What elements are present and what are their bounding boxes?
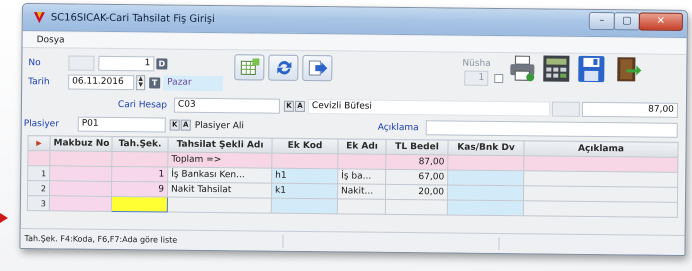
arrow-right-icon <box>308 60 328 76</box>
plasiyer-name: Plasiyer Ali <box>194 120 244 132</box>
status-text: Tah.Şek. F4:Koda, F6,F7:Ada göre liste <box>24 234 178 245</box>
plasiyer-a-button[interactable]: A <box>180 119 191 131</box>
ek-adi-cell[interactable] <box>337 198 386 215</box>
tahsilat-grid: ▶ Makbuz No Tah.Şek. Tahsilat Şekli Adı … <box>27 135 679 218</box>
table-calc-button[interactable] <box>234 54 265 81</box>
kas-bnk-dv-cell[interactable] <box>447 184 524 201</box>
aciklama-cell[interactable] <box>523 200 678 218</box>
aciklama-cell[interactable] <box>523 170 678 188</box>
column-header[interactable]: Makbuz No <box>49 135 113 152</box>
tahsilat-sekli-cell[interactable]: Nakit Tahsilat <box>167 182 272 199</box>
row-number: 2 <box>27 180 50 196</box>
cari-name-field: Cevizli Büfesi <box>307 99 550 117</box>
status-bar: Tah.Şek. F4:Koda, F6,F7:Ada göre liste <box>20 227 685 255</box>
selection-marker-icon <box>0 213 8 223</box>
day-name: Pazar <box>163 75 224 92</box>
tahsilat-sekli-cell[interactable]: İş Bankası Ken... <box>167 167 272 184</box>
table-cell <box>523 155 678 173</box>
screen-background: SC16SICAK-Cari Tahsilat Fiş Girişi – ▢ ✕… <box>0 0 692 271</box>
kas-bnk-dv-cell[interactable] <box>447 169 524 186</box>
column-header[interactable]: Ek Kod <box>271 138 339 154</box>
makbuz-no-cell[interactable] <box>49 165 112 182</box>
app-logo-icon <box>33 12 45 24</box>
table-cell <box>49 150 112 167</box>
ek-kod-cell[interactable]: k1 <box>271 183 338 199</box>
cari-k-button[interactable]: K <box>283 100 294 112</box>
no-label: No <box>28 58 41 69</box>
column-header[interactable]: Tahsilat Şekli Adı <box>167 137 273 154</box>
aciklama-cell[interactable] <box>523 185 678 203</box>
nusha-checkbox[interactable] <box>494 73 504 84</box>
tah-sek-cell-active[interactable] <box>111 196 168 213</box>
tl-bedel-cell[interactable] <box>385 199 448 215</box>
spin-down-icon[interactable]: ▼ <box>137 81 144 88</box>
ek-adi-cell[interactable]: Nakit... <box>337 183 386 200</box>
table-cell <box>111 151 168 168</box>
tarih-label: Tarih <box>28 77 50 88</box>
makbuz-no-cell[interactable] <box>49 195 112 212</box>
column-header[interactable]: Tah.Şek. <box>111 136 169 153</box>
cari-extra-field <box>551 101 580 117</box>
refresh-button[interactable] <box>268 54 299 81</box>
tl-bedel-cell[interactable]: 67,00 <box>385 169 448 185</box>
total-label: Toplam => <box>167 152 272 169</box>
cari-balance-field: 87,00 <box>581 101 678 118</box>
table-cell <box>337 153 386 170</box>
menu-dosya[interactable]: Dosya <box>37 35 65 45</box>
calculator-icon[interactable] <box>542 54 570 82</box>
ek-kod-cell[interactable]: h1 <box>271 168 338 184</box>
plasiyer-code-field[interactable]: P01 <box>77 116 166 133</box>
table-cell <box>271 153 338 169</box>
date-spinner[interactable]: ▲ ▼ <box>136 75 146 91</box>
status-divider <box>282 234 284 248</box>
total-tl-bedel: 87,00 <box>385 154 448 170</box>
tah-sek-cell[interactable]: 1 <box>111 166 168 183</box>
cari-a-button[interactable]: A <box>294 100 305 112</box>
app-window: SC16SICAK-Cari Tahsilat Fiş Girişi – ▢ ✕… <box>19 3 688 256</box>
cari-code-field[interactable]: C03 <box>173 97 281 114</box>
cari-hesap-label: Cari Hesap <box>117 100 168 111</box>
tarih-field[interactable]: 06.11.2016 <box>68 74 135 91</box>
plasiyer-k-button[interactable]: K <box>169 119 180 131</box>
minimize-button[interactable]: – <box>588 11 615 31</box>
row-number: 1 <box>27 165 50 181</box>
table-cell <box>447 154 524 171</box>
row-number: 3 <box>27 195 50 211</box>
window-title: SC16SICAK-Cari Tahsilat Fiş Girişi <box>50 12 215 26</box>
tahsilat-sekli-cell[interactable] <box>167 197 272 214</box>
nusha-label: Nüsha <box>462 58 491 69</box>
row-number <box>27 150 50 166</box>
no-d-button[interactable]: D <box>156 58 168 70</box>
column-header[interactable]: Açıklama <box>523 140 679 158</box>
no-field[interactable]: 1 <box>98 55 155 72</box>
exit-icon[interactable] <box>614 55 642 83</box>
kas-bnk-dv-cell[interactable] <box>447 199 524 216</box>
table-calc-icon <box>240 58 260 75</box>
printer-icon[interactable] <box>508 54 536 82</box>
save-icon[interactable] <box>577 55 605 83</box>
maximize-button[interactable]: ▢ <box>613 12 640 31</box>
ek-kod-cell[interactable] <box>271 198 338 214</box>
aciklama-field[interactable] <box>425 120 678 138</box>
makbuz-no-cell[interactable] <box>49 180 112 197</box>
ek-adi-cell[interactable]: İş ba... <box>337 168 386 185</box>
row-indicator-header: ▶ <box>27 135 51 151</box>
forward-button[interactable] <box>302 54 333 82</box>
plasiyer-label: Plasiyer <box>23 119 59 130</box>
tah-sek-cell[interactable]: 9 <box>111 181 168 198</box>
status-divider <box>498 237 500 251</box>
refresh-icon <box>277 61 292 75</box>
close-button[interactable]: ✕ <box>638 12 683 31</box>
tl-bedel-cell[interactable]: 20,00 <box>385 184 448 200</box>
nusha-field[interactable]: 1 <box>464 70 489 86</box>
column-header[interactable]: Ek Adı <box>337 138 387 155</box>
tarih-t-button[interactable]: T <box>149 77 161 89</box>
column-header[interactable]: TL Bedel <box>385 139 449 155</box>
aciklama-label: Açıklama <box>377 122 419 134</box>
no-prefix-field[interactable] <box>68 55 95 71</box>
column-header[interactable]: Kas/Bnk Dv <box>447 139 525 156</box>
